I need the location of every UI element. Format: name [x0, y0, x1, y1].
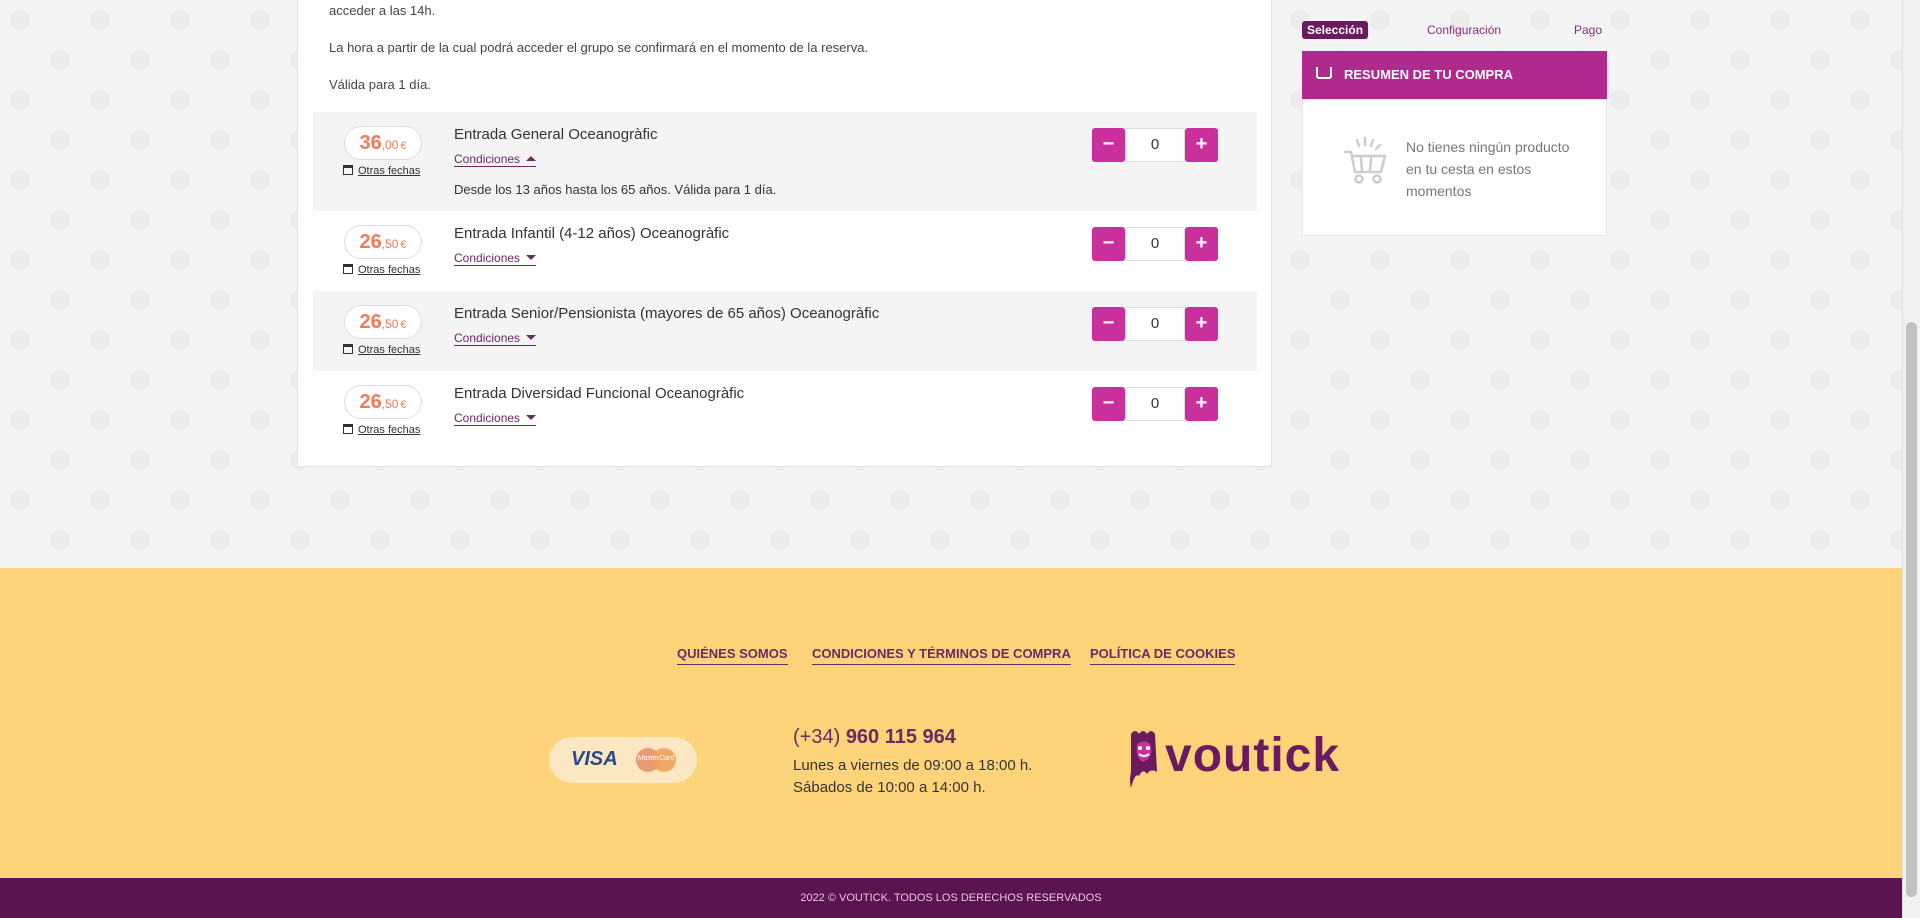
cart-title: RESUMEN DE TU COMPRA — [1344, 67, 1514, 82]
payment-cards: VISA MasterCard — [549, 737, 697, 783]
phone-number[interactable]: (+34) 960 115 964 — [793, 726, 956, 749]
quantity-stepper: − 0 + — [1092, 227, 1218, 261]
conditions-label: Condiciones — [454, 331, 521, 345]
logo-wordmark: voutick — [1165, 729, 1341, 782]
price-currency: € — [400, 140, 407, 152]
price-decimal: ,50 — [381, 397, 399, 411]
quantity-input[interactable]: 0 — [1125, 387, 1185, 421]
calendar-icon — [343, 424, 353, 434]
price-badge: 26,50 € — [344, 385, 422, 419]
phone-digits: 960 115 964 — [845, 726, 956, 748]
checkout-steps: Selección Configuración Pago — [1302, 20, 1607, 42]
increase-button[interactable]: + — [1185, 307, 1218, 341]
ticket-row: 26,50 € Otras fechas Entrada Infantil (4-… — [313, 211, 1257, 291]
conditions-toggle[interactable]: Condiciones — [454, 331, 537, 346]
caret-up-icon — [526, 156, 537, 161]
cart-summary: No tienes ningún producto en tu cesta en… — [1302, 99, 1607, 236]
other-dates-link[interactable]: Otras fechas — [343, 264, 420, 276]
decrease-button[interactable]: − — [1092, 387, 1125, 421]
footer: QUIÉNES SOMOS CONDICIONES Y TÉRMINOS DE … — [0, 568, 1902, 878]
cart-empty-message: No tienes ningún producto en tu cesta en… — [1406, 139, 1570, 199]
quantity-input[interactable]: 0 — [1125, 227, 1185, 261]
ticket-row: 36,00 € Otras fechas Entrada General Ocea… — [313, 112, 1257, 211]
other-dates-link[interactable]: Otras fechas — [343, 344, 420, 356]
quantity-input[interactable]: 0 — [1125, 307, 1185, 341]
conditions-label: Condiciones — [454, 251, 521, 265]
decrease-button[interactable]: − — [1092, 128, 1125, 162]
price-decimal: ,50 — [381, 317, 399, 331]
conditions-label: Condiciones — [454, 152, 521, 166]
other-dates-link[interactable]: Otras fechas — [343, 165, 420, 177]
decrease-button[interactable]: − — [1092, 227, 1125, 261]
cart-header: RESUMEN DE TU COMPRA — [1302, 51, 1607, 99]
phone-prefix: (+34) — [793, 726, 841, 748]
product-card: acceder a las 14h. La hora a partir de l… — [297, 0, 1272, 467]
mastercard-logo: MasterCard — [636, 748, 676, 772]
other-dates-label: Otras fechas — [358, 165, 421, 177]
other-dates-label: Otras fechas — [358, 344, 421, 356]
conditions-text: Desde los 13 años hasta los 65 años. Vál… — [454, 182, 777, 197]
price-currency: € — [400, 399, 407, 411]
description-line: Válida para 1 día. — [329, 77, 431, 92]
other-dates-label: Otras fechas — [358, 424, 421, 436]
price-decimal: ,00 — [381, 138, 399, 152]
description-line: La hora a partir de la cual podrá accede… — [329, 40, 869, 55]
visa-logo: VISA — [571, 748, 618, 770]
step-selection[interactable]: Selección — [1302, 21, 1369, 39]
ticket-row: 26,50 € Otras fechas Entrada Senior/Pensi… — [313, 291, 1257, 371]
footer-link-cookies[interactable]: POLÍTICA DE COOKIES — [1090, 646, 1236, 665]
ticket-row: 26,50 € Otras fechas Entrada Diversidad F… — [313, 371, 1257, 451]
conditions-toggle[interactable]: Condiciones — [454, 411, 537, 426]
quantity-input[interactable]: 0 — [1125, 128, 1185, 162]
price-integer: 26 — [359, 231, 382, 253]
price-currency: € — [400, 319, 407, 331]
caret-down-icon — [526, 255, 537, 260]
other-dates-label: Otras fechas — [358, 264, 421, 276]
hours-saturday: Sábados de 10:00 a 14:00 h. — [793, 779, 986, 796]
quantity-stepper: − 0 + — [1092, 307, 1218, 341]
increase-button[interactable]: + — [1185, 227, 1218, 261]
quantity-stepper: − 0 + — [1092, 387, 1218, 421]
price-decimal: ,50 — [381, 237, 399, 251]
price-badge: 26,50 € — [344, 225, 422, 259]
calendar-icon — [343, 165, 353, 175]
ticket-name: Entrada Infantil (4-12 años) Oceanogràfi… — [454, 225, 730, 242]
other-dates-link[interactable]: Otras fechas — [343, 424, 420, 436]
footer-link-about[interactable]: QUIÉNES SOMOS — [677, 646, 788, 665]
price-badge: 36,00 € — [344, 126, 422, 160]
scrollbar-thumb[interactable] — [1906, 322, 1917, 897]
description-line: acceder a las 14h. — [329, 3, 436, 18]
price-currency: € — [400, 239, 407, 251]
ticket-mascot-icon — [1130, 731, 1157, 788]
conditions-label: Condiciones — [454, 411, 521, 425]
caret-down-icon — [526, 415, 537, 420]
mastercard-label: MasterCard — [637, 755, 675, 762]
increase-button[interactable]: + — [1185, 387, 1218, 421]
step-configuration[interactable]: Configuración — [1427, 23, 1501, 37]
price-badge: 26,50 € — [344, 305, 422, 339]
calendar-icon — [343, 344, 353, 354]
decrease-button[interactable]: − — [1092, 307, 1125, 341]
conditions-toggle[interactable]: Condiciones — [454, 251, 537, 266]
cart-icon — [1316, 67, 1332, 79]
increase-button[interactable]: + — [1185, 128, 1218, 162]
ticket-name: Entrada Diversidad Funcional Oceanogràfi… — [454, 385, 745, 402]
price-integer: 26 — [359, 311, 382, 333]
quantity-stepper: − 0 + — [1092, 128, 1218, 162]
hours-weekdays: Lunes a viernes de 09:00 a 18:00 h. — [793, 757, 1033, 774]
opening-hours: Lunes a viernes de 09:00 a 18:00 h. Sába… — [793, 755, 1032, 799]
ticket-name: Entrada General Oceanogràfic — [454, 126, 658, 143]
step-payment[interactable]: Pago — [1574, 23, 1602, 37]
conditions-toggle[interactable]: Condiciones — [454, 152, 537, 167]
ticket-name: Entrada Senior/Pensionista (mayores de 6… — [454, 305, 880, 322]
scrollbar[interactable] — [1902, 0, 1920, 918]
copyright-bar: 2022 © VOUTICK. TODOS LOS DERECHOS RESER… — [0, 878, 1902, 918]
empty-cart-icon — [1343, 136, 1387, 184]
voutick-logo[interactable]: voutick — [1125, 728, 1355, 790]
calendar-icon — [343, 264, 353, 274]
footer-link-terms[interactable]: CONDICIONES Y TÉRMINOS DE COMPRA — [812, 646, 1071, 665]
price-integer: 26 — [359, 391, 382, 413]
caret-down-icon — [526, 335, 537, 340]
price-integer: 36 — [359, 132, 382, 154]
